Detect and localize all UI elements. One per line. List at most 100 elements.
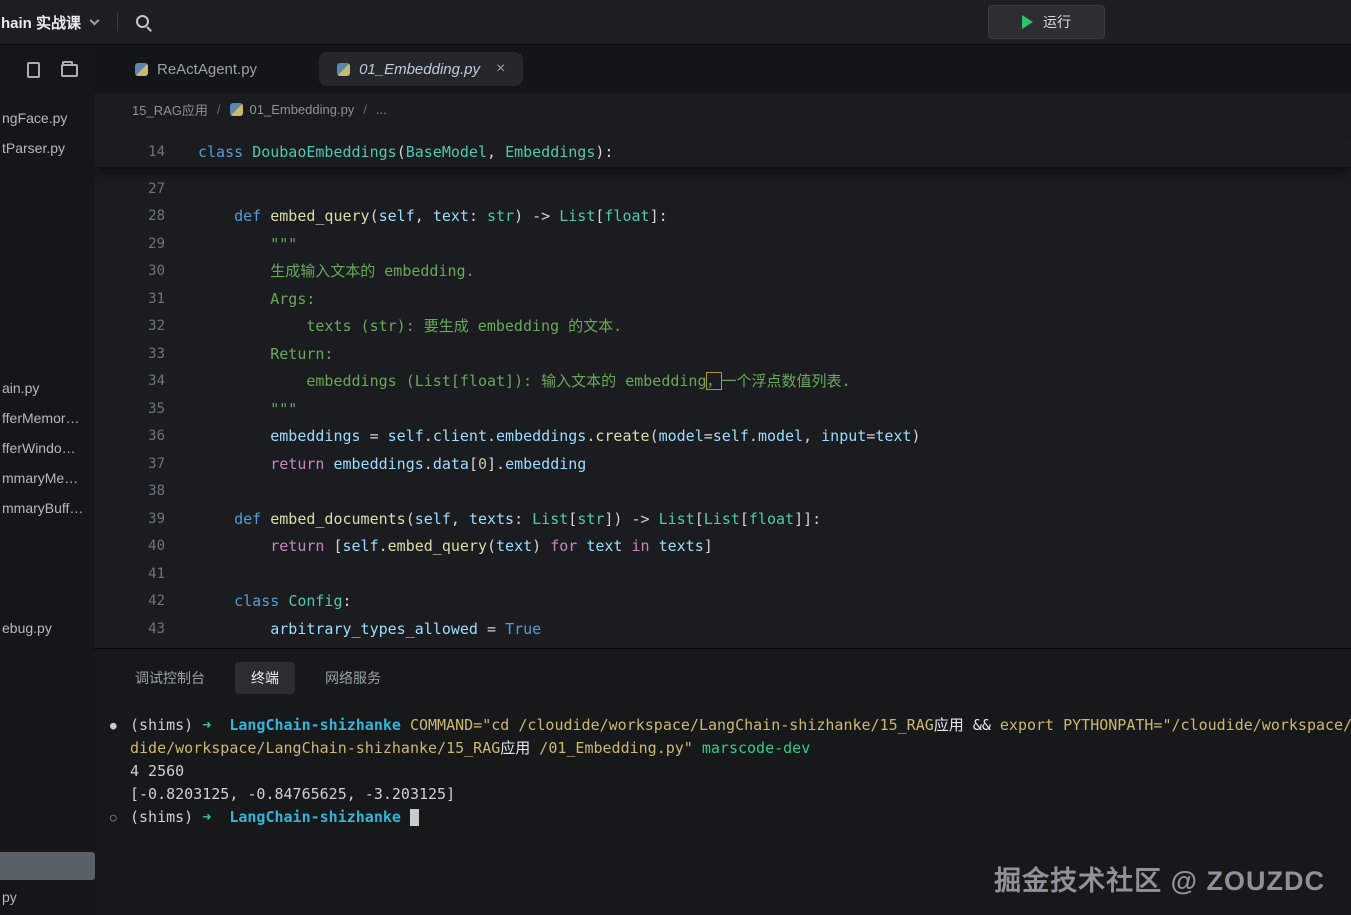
panel-tabs: 调试控制台终端网络服务 [95, 649, 1351, 694]
code-line[interactable]: 31 Args: [95, 286, 1351, 314]
play-icon [1022, 15, 1033, 29]
line-number: 30 [95, 258, 165, 286]
code-text: def embed_documents(self, texts: List[st… [198, 506, 821, 534]
project-switcher[interactable]: hain 实战课 [1, 12, 98, 33]
code-token: return [270, 537, 324, 555]
panel-tab[interactable]: 调试控制台 [131, 662, 209, 694]
code-token [198, 592, 234, 610]
code-token: True [505, 620, 541, 638]
code-line[interactable]: 39 def embed_documents(self, texts: List… [95, 506, 1351, 534]
code-line[interactable]: 30 生成输入文本的 embedding. [95, 258, 1351, 286]
sidebar-file-item[interactable]: tParser.py [2, 137, 65, 159]
code-token: ， [706, 372, 721, 390]
code-token: = [361, 427, 388, 445]
terminal-text: && [973, 716, 1000, 734]
code-line[interactable]: 28 def embed_query(self, text: str) -> L… [95, 203, 1351, 231]
code-text: return [self.embed_query(text) for text … [198, 533, 713, 561]
terminal-text: 4 2560 [130, 762, 184, 780]
code-line[interactable]: 42 class Config: [95, 588, 1351, 616]
code-token: data [433, 455, 469, 473]
sidebar-file-item[interactable]: ebug.py [2, 617, 52, 639]
sidebar-file-item[interactable]: ngFace.py [2, 107, 67, 129]
code-token: ( [406, 510, 415, 528]
panel-tab[interactable]: 终端 [235, 662, 295, 694]
code-line[interactable]: 40 return [self.embed_query(text) for te… [95, 533, 1351, 561]
code-line[interactable]: 41 [95, 561, 1351, 589]
new-file-icon[interactable] [27, 62, 40, 78]
new-folder-icon[interactable] [61, 64, 78, 77]
code-line[interactable]: 33 Return: [95, 341, 1351, 369]
sidebar-file-item[interactable]: mmaryMe… [2, 467, 78, 489]
code-token: in [632, 537, 650, 555]
code-token: ) [532, 537, 550, 555]
topbar: hain 实战课 运行 [0, 0, 1351, 45]
terminal-command-marker[interactable]: ○ [110, 806, 117, 829]
terminal-text: dide/workspace/LangChain-shizhanke/15_RA… [130, 739, 500, 757]
line-number: 35 [95, 396, 165, 424]
code-line[interactable]: 37 return embeddings.data[0].embedding [95, 451, 1351, 479]
code-token: . [487, 427, 496, 445]
code-token [243, 143, 252, 161]
terminal-command-marker[interactable]: ● [110, 714, 117, 737]
code-token: class [198, 143, 243, 161]
code-text: arbitrary_types_allowed = True [198, 616, 541, 644]
sidebar-file-item[interactable]: mmaryBuff… [2, 497, 83, 519]
code-token: [ [568, 510, 577, 528]
code-line[interactable]: 35 """ [95, 396, 1351, 424]
code-token: ( [487, 537, 496, 555]
code-token: float [604, 207, 649, 225]
sticky-scroll-line[interactable]: 14class DoubaoEmbeddings(BaseModel, Embe… [95, 139, 1351, 167]
run-button[interactable]: 运行 [988, 5, 1105, 39]
panel-tab[interactable]: 网络服务 [321, 662, 385, 694]
code-token: embed_query [270, 207, 369, 225]
code-editor[interactable]: 14class DoubaoEmbeddings(BaseModel, Embe… [95, 125, 1351, 648]
watermark: 掘金技术社区 @ ZOUZDC [994, 859, 1325, 898]
code-text: 生成输入文本的 embedding. [198, 258, 475, 286]
editor-tab[interactable]: 01_Embedding.py× [319, 52, 523, 86]
code-token: class [234, 592, 279, 610]
code-token: , [415, 207, 433, 225]
code-token: ): [595, 143, 613, 161]
code-line[interactable]: 34 embeddings (List[float]): 输入文本的 embed… [95, 368, 1351, 396]
code-line[interactable]: 36 embeddings = self.client.embeddings.c… [95, 423, 1351, 451]
code-token: . [749, 427, 758, 445]
breadcrumb-item[interactable]: 15_RAG应用 [132, 100, 208, 119]
file-explorer: ngFace.py tParser.py ain.py fferMemor… fferW… [0, 45, 95, 915]
search-icon[interactable] [135, 14, 152, 31]
sidebar-file-bottom[interactable]: py [2, 889, 17, 905]
code-line[interactable]: 27 [95, 176, 1351, 204]
line-number: 14 [95, 139, 165, 167]
breadcrumb-label: 15_RAG应用 [132, 100, 208, 119]
sidebar-file-item[interactable]: fferMemor… [2, 407, 80, 429]
code-token: ]: [650, 207, 668, 225]
code-token: [ [324, 537, 342, 555]
sidebar-file-item[interactable]: fferWindo… [2, 437, 76, 459]
python-file-icon [135, 63, 148, 76]
line-number: 28 [95, 203, 165, 231]
code-token: 0 [478, 455, 487, 473]
code-token: create [595, 427, 649, 445]
code-token [261, 510, 270, 528]
editor-tab[interactable]: ReActAgent.py [119, 52, 273, 86]
sidebar-file-item[interactable]: ain.py [2, 377, 39, 399]
breadcrumb-item[interactable]: ... [376, 102, 387, 117]
code-token: str [487, 207, 514, 225]
line-number: 29 [95, 231, 165, 259]
code-text: embeddings = self.client.embeddings.crea… [198, 423, 921, 451]
code-line[interactable]: 43 arbitrary_types_allowed = True [95, 616, 1351, 644]
code-line[interactable]: 29 """ [95, 231, 1351, 259]
code-line[interactable]: 14class DoubaoEmbeddings(BaseModel, Embe… [95, 139, 1351, 167]
breadcrumb: 15_RAG应用/01_Embedding.py/... [95, 93, 1351, 125]
code-token: embeddings (List[float]): 输入文本的 embeddin… [198, 372, 706, 390]
code-line[interactable]: 32 texts (str): 要生成 embedding 的文本. [95, 313, 1351, 341]
terminal-cursor [410, 809, 419, 826]
terminal-line: 4 2560 [95, 760, 1351, 783]
code-token: [ [740, 510, 749, 528]
code-token: ) -> [514, 207, 559, 225]
close-icon[interactable]: × [496, 60, 505, 78]
tab-label: ReActAgent.py [157, 61, 257, 78]
code-line[interactable]: 38 [95, 478, 1351, 506]
code-token: self [343, 537, 379, 555]
sidebar-scrollbar-thumb[interactable] [0, 852, 95, 880]
breadcrumb-item[interactable]: 01_Embedding.py [230, 102, 355, 117]
